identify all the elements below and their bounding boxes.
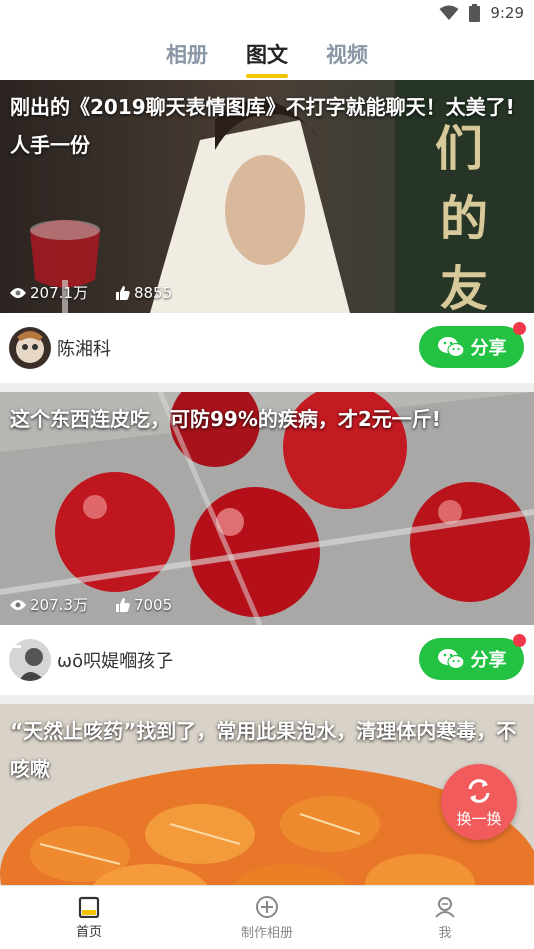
divider [0, 383, 534, 392]
author-name[interactable]: 陈湘科 [57, 335, 111, 361]
status-bar: 9:29 [0, 0, 534, 30]
card-footer: ωō呮媞嗰孩孒 分享 [0, 625, 534, 695]
notification-dot [513, 322, 526, 335]
tab-video[interactable]: 视频 [326, 30, 368, 80]
svg-text:友: 友 [440, 261, 488, 313]
article-title: “天然止咳药”找到了，常用此果泡水，清理体内寒毒，不咳嗽 [10, 719, 517, 781]
home-icon [78, 896, 100, 918]
nav-make-album-label: 制作相册 [240, 925, 293, 941]
wechat-share-button[interactable]: 分享 [419, 634, 526, 680]
share-label: 分享 [470, 338, 507, 359]
article-stats: 207.3万 7005 [10, 594, 172, 615]
nav-me[interactable]: 我 [356, 886, 534, 949]
article-title: 这个东西连皮吃，可防99%的疾病，才2元一斤! [10, 407, 441, 431]
article-card: 这个东西连皮吃，可防99%的疾病，才2元一斤! 207.3万 7005 ωō呮媞… [0, 392, 534, 695]
status-icons: 9:29 [439, 4, 524, 22]
svg-text:的: 的 [440, 191, 488, 247]
refresh-label: 换一换 [456, 809, 502, 828]
avatar[interactable] [9, 639, 51, 681]
views-stat: 207.1万 [10, 282, 88, 303]
article-thumbnail[interactable]: 们 的 友 刚出的《2019聊天表情图库》不打字就能聊天！太美了! 人手一份 2… [0, 80, 534, 313]
article-card: 们 的 友 刚出的《2019聊天表情图库》不打字就能聊天！太美了! 人手一份 2… [0, 80, 534, 383]
wechat-icon [437, 649, 465, 670]
nav-home-label: 首页 [75, 924, 102, 940]
views-stat: 207.3万 [10, 594, 88, 615]
divider [0, 695, 534, 704]
nav-make-album[interactable]: 制作相册 [178, 886, 356, 949]
status-time: 9:29 [490, 4, 524, 22]
nav-me-label: 我 [438, 925, 452, 941]
plus-circle-icon [256, 895, 278, 918]
wechat-share-button[interactable]: 分享 [419, 322, 526, 368]
article-title: 刚出的《2019聊天表情图库》不打字就能聊天！太美了! 人手一份 [10, 95, 515, 157]
likes-count: 8855 [133, 283, 173, 302]
notification-dot [513, 634, 526, 647]
top-tabs: 相册 图文 视频 [0, 30, 534, 80]
thumbs-up-icon [115, 597, 130, 612]
user-icon [435, 896, 455, 918]
wechat-icon [437, 337, 465, 358]
likes-count: 7005 [133, 595, 173, 614]
refresh-icon [468, 778, 490, 803]
avatar[interactable] [9, 327, 51, 369]
views-count: 207.3万 [30, 596, 88, 614]
tab-article[interactable]: 图文 [246, 30, 288, 80]
battery-icon [469, 4, 481, 22]
card-footer: 陈湘科 分享 [0, 313, 534, 383]
article-stats: 207.1万 8855 [10, 282, 172, 303]
likes-stat: 8855 [115, 282, 173, 303]
eye-icon [10, 599, 26, 610]
tab-album[interactable]: 相册 [166, 30, 208, 80]
author-name[interactable]: ωō呮媞嗰孩孒 [57, 647, 173, 673]
likes-stat: 7005 [115, 594, 173, 615]
avatar-image [9, 639, 51, 681]
nav-home[interactable]: 首页 [0, 886, 178, 949]
thumbs-up-icon [115, 285, 130, 300]
eye-icon [10, 287, 26, 298]
views-count: 207.1万 [30, 284, 88, 302]
app-screen: 9:29 相册 图文 视频 们 的 友 刚出的《2019聊天表情图库》不打字就能… [0, 0, 534, 949]
refresh-button[interactable]: 换一换 [441, 764, 517, 840]
bottom-nav: 首页 制作相册 我 [0, 885, 534, 949]
wifi-icon [439, 5, 459, 20]
article-thumbnail[interactable]: 这个东西连皮吃，可防99%的疾病，才2元一斤! 207.3万 7005 [0, 392, 534, 625]
share-label: 分享 [470, 650, 507, 671]
avatar-image [9, 327, 51, 369]
